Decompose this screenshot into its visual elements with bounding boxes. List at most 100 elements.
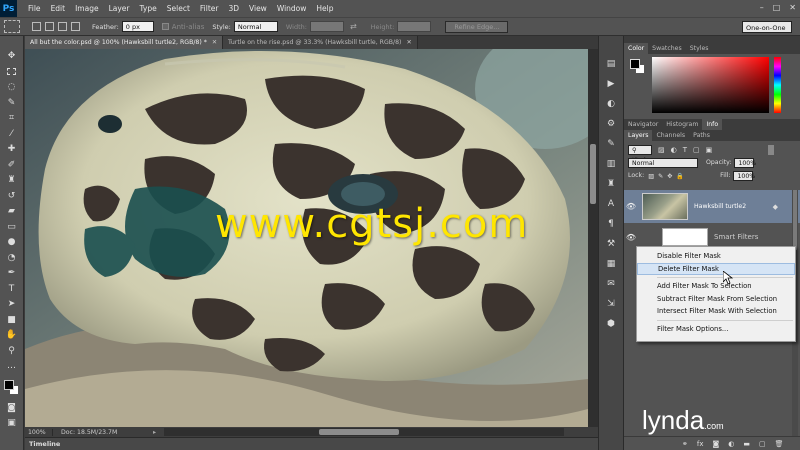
visibility-eye-icon[interactable]: 👁 xyxy=(624,202,638,211)
minimize-button[interactable]: – xyxy=(760,3,764,12)
new-group-icon[interactable]: ▬ xyxy=(743,440,750,448)
layer-name[interactable]: Hawksbill turtle2 xyxy=(694,203,746,210)
doc-tab[interactable]: Turtle on the rise.psd @ 33.3% (Hawksbil… xyxy=(223,36,418,49)
vertical-scroll-thumb[interactable] xyxy=(590,144,596,204)
rectangle-tool-icon[interactable]: ■ xyxy=(6,314,18,326)
document-canvas[interactable]: www.cgtsj.com xyxy=(25,49,588,427)
subtract-selection-icon[interactable] xyxy=(58,22,67,31)
feather-input[interactable]: 0 px xyxy=(121,21,154,32)
menu-help[interactable]: Help xyxy=(311,4,338,13)
quick-mask-icon[interactable]: ◙ xyxy=(6,402,18,414)
filter-toggle[interactable] xyxy=(768,144,774,155)
menu-item-add-mask-to-selection[interactable]: Add Filter Mask To Selection xyxy=(637,280,795,293)
history-panel-icon[interactable]: ▤ xyxy=(605,58,617,70)
menu-item-intersect-mask-with-selection[interactable]: Intersect Filter Mask With Selection xyxy=(637,305,795,318)
actions-panel-icon[interactable]: ▶ xyxy=(605,78,617,90)
tab-channels[interactable]: Channels xyxy=(652,130,689,141)
menu-filter[interactable]: Filter xyxy=(195,4,224,13)
menu-image[interactable]: Image xyxy=(70,4,104,13)
menu-view[interactable]: View xyxy=(244,4,272,13)
antialias-checkbox[interactable] xyxy=(161,23,169,30)
measurement-log-icon[interactable]: ⇲ xyxy=(605,298,617,310)
menu-item-filter-mask-options[interactable]: Filter Mask Options... xyxy=(637,323,795,336)
filter-mask-thumbnail[interactable] xyxy=(662,228,708,246)
hand-tool-icon[interactable]: ✋ xyxy=(6,329,18,341)
workspace-select[interactable]: One-on-One xyxy=(742,21,792,33)
new-layer-icon[interactable]: ▢ xyxy=(759,440,766,448)
zoom-tool-icon[interactable]: ⚲ xyxy=(6,345,18,357)
quick-select-tool-icon[interactable]: ✎ xyxy=(6,97,18,109)
clone-stamp-tool-icon[interactable]: ♜ xyxy=(6,174,18,186)
brush-presets-icon[interactable]: ▥ xyxy=(605,158,617,170)
eraser-tool-icon[interactable]: ▰ xyxy=(6,205,18,217)
menu-item-delete-filter-mask[interactable]: Delete Filter Mask xyxy=(637,262,795,276)
link-layers-icon[interactable]: ⚭ xyxy=(682,440,688,448)
layers-scroll-thumb[interactable] xyxy=(793,190,797,250)
intersect-selection-icon[interactable] xyxy=(71,22,80,31)
brush-tool-icon[interactable]: ✐ xyxy=(6,159,18,171)
brush-panel-icon[interactable]: ✎ xyxy=(605,138,617,150)
menu-edit[interactable]: Edit xyxy=(46,4,71,13)
menu-file[interactable]: File xyxy=(23,4,46,13)
more-tools-icon[interactable]: … xyxy=(6,360,18,372)
color-picker-field[interactable] xyxy=(652,57,769,113)
smart-filters-eye-icon[interactable]: 👁 xyxy=(624,233,638,242)
zoom-level[interactable]: 100% xyxy=(25,428,53,436)
filter-kind-select[interactable]: ⚲ Kind xyxy=(628,144,652,164)
filter-smart-icon[interactable]: ▣ xyxy=(706,146,713,154)
tool-presets-icon[interactable]: ⚒ xyxy=(605,238,617,250)
color-foreground-swatch[interactable] xyxy=(630,59,640,69)
blur-tool-icon[interactable]: ● xyxy=(6,236,18,248)
close-tab-icon[interactable]: ✕ xyxy=(212,39,217,46)
canvas-vertical-scrollbar[interactable] xyxy=(588,49,598,427)
new-selection-icon[interactable] xyxy=(32,22,41,31)
swap-dimensions-icon[interactable]: ⇄ xyxy=(350,22,357,31)
tab-info[interactable]: Info xyxy=(702,119,723,130)
delete-layer-icon[interactable]: 🗑 xyxy=(775,440,784,448)
horizontal-scroll-thumb[interactable] xyxy=(319,429,400,435)
hue-slider[interactable] xyxy=(774,57,781,113)
timeline-tab[interactable]: Timeline xyxy=(25,437,598,450)
clone-source-icon[interactable]: ♜ xyxy=(605,178,617,190)
restore-button[interactable]: □ xyxy=(773,3,781,12)
refine-edge-button[interactable]: Refine Edge... xyxy=(445,20,509,33)
menu-item-disable-filter-mask[interactable]: Disable Filter Mask xyxy=(637,250,795,263)
lasso-tool-icon[interactable]: ◌ xyxy=(6,81,18,93)
pen-tool-icon[interactable]: ✒ xyxy=(6,267,18,279)
filter-adjustment-icon[interactable]: ◐ xyxy=(671,146,677,154)
status-menu-arrow-icon[interactable]: ▸ xyxy=(153,429,156,436)
add-mask-icon[interactable]: ◙ xyxy=(712,440,719,448)
color-swatches[interactable] xyxy=(3,379,20,396)
menu-item-subtract-mask-from-selection[interactable]: Subtract Filter Mask From Selection xyxy=(637,293,795,306)
move-tool-icon[interactable]: ✥ xyxy=(6,50,18,62)
eyedropper-tool-icon[interactable]: ⁄ xyxy=(6,128,18,140)
character-panel-icon[interactable]: A xyxy=(605,198,617,210)
menu-window[interactable]: Window xyxy=(272,4,312,13)
filter-shape-icon[interactable]: ▢ xyxy=(693,146,700,154)
marquee-tool-preset-icon[interactable] xyxy=(4,20,20,33)
menu-type[interactable]: Type xyxy=(135,4,162,13)
tab-histogram[interactable]: Histogram xyxy=(662,119,702,130)
foreground-color-swatch[interactable] xyxy=(3,379,14,390)
close-button[interactable]: ✕ xyxy=(789,3,796,12)
3d-panel-icon[interactable]: ⬢ xyxy=(605,318,617,330)
filter-pixel-icon[interactable]: ▨ xyxy=(658,146,665,154)
height-input[interactable] xyxy=(397,21,432,32)
tab-styles[interactable]: Styles xyxy=(686,43,713,54)
layer-row-selected[interactable]: 👁 Hawksbill turtle2 ◆ xyxy=(624,190,800,223)
add-selection-icon[interactable] xyxy=(45,22,54,31)
healing-brush-tool-icon[interactable]: ✚ xyxy=(6,143,18,155)
close-tab-icon[interactable]: ✕ xyxy=(406,39,411,46)
layer-comps-icon[interactable]: ▦ xyxy=(605,258,617,270)
paragraph-panel-icon[interactable]: ¶ xyxy=(605,218,617,230)
adjustment-layer-icon[interactable]: ◐ xyxy=(728,440,734,448)
history-brush-tool-icon[interactable]: ↺ xyxy=(6,190,18,202)
tab-color[interactable]: Color xyxy=(624,43,649,54)
properties-panel-icon[interactable]: ⚙ xyxy=(605,118,617,130)
width-input[interactable] xyxy=(309,21,344,32)
menu-3d[interactable]: 3D xyxy=(223,4,244,13)
screen-mode-icon[interactable]: ▣ xyxy=(6,417,18,429)
layer-thumbnail[interactable] xyxy=(642,193,688,220)
gradient-tool-icon[interactable]: ▭ xyxy=(6,221,18,233)
tab-paths[interactable]: Paths xyxy=(689,130,714,141)
